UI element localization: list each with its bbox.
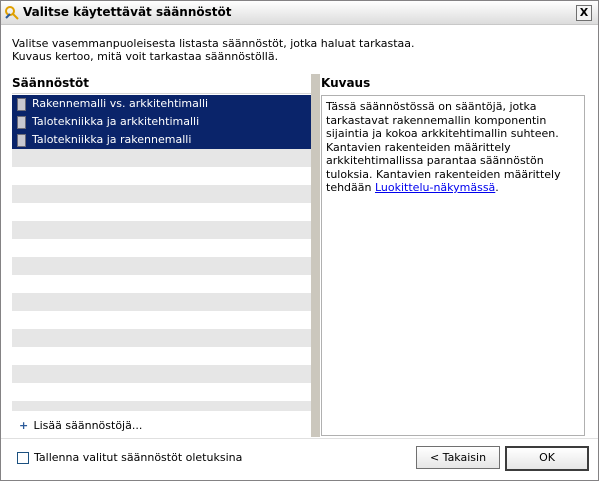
description-text: Tässä säännöstössä on sääntöjä, jotka ta… [326,100,580,195]
description-panel: Tässä säännöstössä on sääntöjä, jotka ta… [321,95,585,436]
close-button[interactable]: X [576,5,592,21]
rule-item-label: Talotekniikka ja arkkitehtimalli [32,115,200,128]
description-body: Tässä säännöstössä on sääntöjä, jotka ta… [326,100,561,194]
rule-item[interactable]: Talotekniikka ja arkkitehtimalli [12,113,311,131]
save-default-label: Tallenna valitut säännöstöt oletuksina [34,451,243,464]
rule-item-label: Talotekniikka ja rakennemalli [32,133,192,146]
classification-view-link[interactable]: Luokittelu-näkymässä [375,181,495,194]
empty-row [12,239,311,257]
empty-row [12,383,311,401]
rule-file-icon [17,134,26,147]
empty-row [12,275,311,293]
panel-splitter[interactable] [311,74,320,437]
intro-text: Valitse vasemmanpuoleisesta listasta sää… [12,37,415,63]
rule-file-icon [17,116,26,129]
intro-line-2: Kuvaus kertoo, mitä voit tarkastaa säänn… [12,50,279,63]
rule-file-icon [17,98,26,111]
ok-button[interactable]: OK [505,446,589,471]
empty-row [12,221,311,239]
footer-divider [1,438,598,439]
save-default-option[interactable]: Tallenna valitut säännöstöt oletuksina [17,451,242,464]
save-default-checkbox[interactable] [17,452,29,464]
empty-row [12,185,311,203]
rules-list[interactable]: Rakennemalli vs. arkkitehtimalli Talotek… [12,95,311,411]
empty-row [12,257,311,275]
empty-row [12,329,311,347]
empty-row [12,347,311,365]
dialog-window: Valitse käytettävät säännöstöt X Valitse… [0,0,599,481]
empty-row [12,365,311,383]
plus-icon: + [19,419,29,432]
empty-row [12,293,311,311]
rule-item[interactable]: Rakennemalli vs. arkkitehtimalli [12,95,311,113]
description-suffix: . [495,181,499,194]
intro-line-1: Valitse vasemmanpuoleisesta listasta sää… [12,37,415,50]
dialog-title: Valitse käytettävät säännöstöt [23,5,232,19]
add-rules-label: Lisää säännöstöjä... [33,419,143,432]
description-header: Kuvaus [321,76,371,90]
rule-item-label: Rakennemalli vs. arkkitehtimalli [32,97,209,110]
empty-row [12,149,311,167]
empty-row [12,203,311,221]
rules-app-icon [5,6,19,20]
rules-header: Säännöstöt [12,74,311,94]
empty-row [12,167,311,185]
back-button[interactable]: < Takaisin [416,446,500,469]
empty-row [12,401,311,411]
title-bar: Valitse käytettävät säännöstöt X [1,1,598,25]
add-rules-link[interactable]: + Lisää säännöstöjä... [19,419,142,432]
rule-item[interactable]: Talotekniikka ja rakennemalli [12,131,311,149]
empty-row [12,311,311,329]
